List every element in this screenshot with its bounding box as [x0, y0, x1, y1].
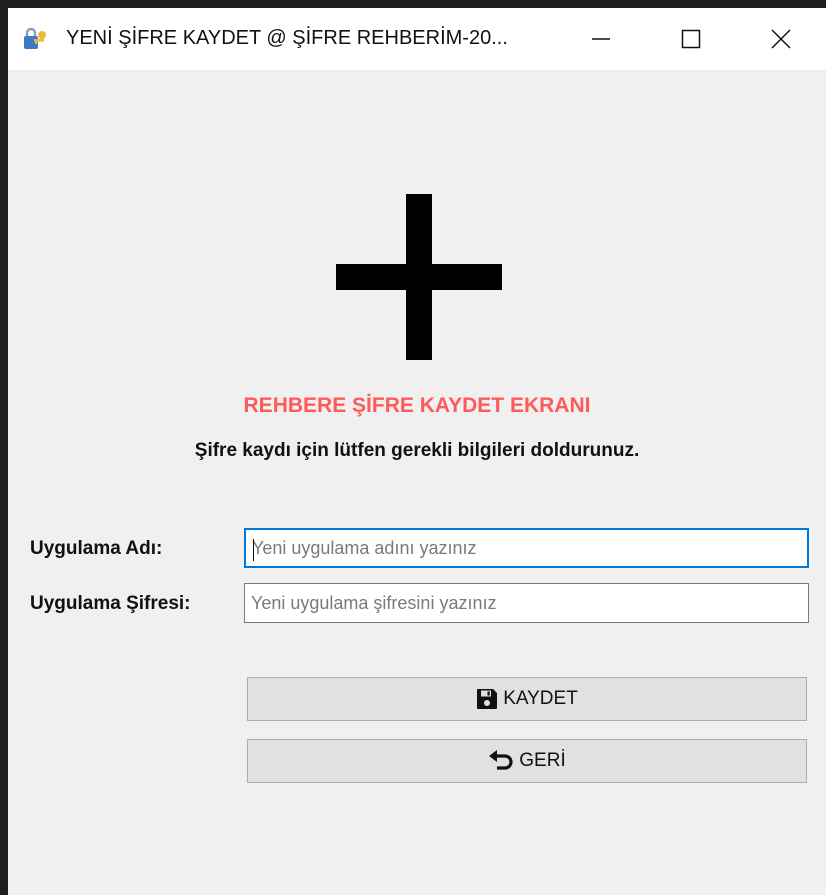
key-lock-icon [22, 26, 48, 52]
maximize-icon [681, 29, 701, 49]
maximize-button[interactable] [643, 8, 739, 70]
app-name-label: Uygulama Adı: [30, 538, 163, 559]
plus-icon [336, 194, 502, 360]
app-password-input[interactable] [244, 583, 809, 623]
floppy-disk-icon [477, 689, 498, 709]
screen-subtitle: Şifre kaydı için lütfen gerekli bilgiler… [194, 440, 640, 461]
save-button-label: KAYDET [503, 688, 578, 709]
app-password-label: Uygulama Şifresi: [30, 593, 191, 614]
save-button[interactable]: KAYDET [247, 677, 807, 721]
close-button[interactable] [733, 8, 826, 70]
text-caret [253, 539, 254, 561]
title-bar[interactable]: YENİ ŞİFRE KAYDET @ ŞİFRE REHBERİM-20... [8, 8, 826, 70]
app-name-input[interactable] [244, 528, 809, 568]
close-icon [771, 29, 791, 49]
undo-arrow-icon [489, 750, 513, 770]
window-title: YENİ ŞİFRE KAYDET @ ŞİFRE REHBERİM-20... [66, 27, 508, 49]
minimize-icon [592, 38, 610, 40]
back-button[interactable]: GERİ [247, 739, 807, 783]
app-window: YENİ ŞİFRE KAYDET @ ŞİFRE REHBERİM-20...… [8, 8, 826, 895]
back-button-label: GERİ [519, 750, 566, 771]
minimize-button[interactable] [553, 8, 649, 70]
screen-title: REHBERE ŞİFRE KAYDET EKRANI [243, 394, 591, 417]
